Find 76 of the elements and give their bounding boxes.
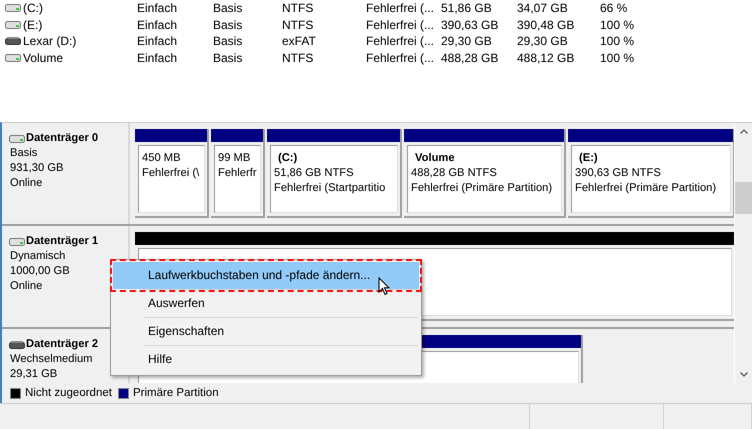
- disk-info: 29,31 GB: [10, 367, 58, 382]
- table-cell-text: Basis: [213, 1, 244, 16]
- table-cell-text: exFAT: [282, 34, 317, 48]
- table-cell-text: Einfach: [137, 34, 178, 48]
- table-cell-text: 34,07 GB: [517, 1, 569, 16]
- partition-status: Fehlerfrei (Primäre Partition): [575, 181, 718, 196]
- menu-item[interactable]: Hilfe: [113, 346, 419, 373]
- drive-icon: [5, 20, 21, 30]
- table-cell-text: 488,12 GB: [517, 50, 576, 65]
- partition-size: 450 MB: [142, 151, 182, 166]
- drive-icon: [9, 134, 25, 144]
- legend-label: Primäre Partition: [132, 387, 219, 399]
- scrollbar-thumb[interactable]: [735, 182, 752, 214]
- table-cell-text: Basis: [213, 50, 244, 65]
- drive-icon: [5, 36, 21, 46]
- table-cell-text: 390,63 GB: [441, 18, 500, 32]
- partition-size: 488,28 GB NTFS: [411, 166, 498, 181]
- menu-item[interactable]: Laufwerkbuchstaben und -pfade ändern...: [113, 262, 419, 289]
- disk-name: Datenträger 0: [26, 131, 98, 146]
- volume-name: Lexar (D:): [23, 34, 76, 48]
- table-cell-text: Fehlerfrei (...: [366, 50, 436, 65]
- table-cell-text: 100 %: [600, 18, 636, 32]
- table-cell-text: Basis: [213, 34, 244, 48]
- partition-title: Volume: [414, 151, 456, 166]
- scroll-up-icon[interactable]: [740, 129, 748, 134]
- table-cell-text: Einfach: [137, 18, 178, 32]
- table-cell-text: 390,48 GB: [517, 18, 576, 32]
- scroll-down-icon[interactable]: [740, 372, 748, 377]
- table-cell-text: Fehlerfrei (...: [366, 18, 436, 32]
- partition-header: [135, 129, 207, 142]
- table-cell-text: NTFS: [282, 1, 314, 16]
- table-cell-text: 488,28 GB: [441, 50, 500, 65]
- legend-label: Nicht zugeordnet: [25, 387, 112, 399]
- disk-info: Online: [10, 176, 44, 191]
- partition-status: Fehlerfrei (Primäre Partition): [411, 181, 554, 196]
- table-cell-text: NTFS: [282, 50, 314, 65]
- scrollbar[interactable]: [734, 123, 752, 383]
- partition-status: Fehlerfrei (\: [142, 166, 200, 181]
- disk-info: Wechselmedium: [10, 352, 94, 367]
- menu-item[interactable]: Eigenschaften: [113, 318, 419, 345]
- table-cell-text: Fehlerfrei (...: [366, 1, 436, 16]
- table-cell-text: 51,86 GB: [441, 1, 493, 16]
- partition-size: 99 MB: [218, 151, 252, 166]
- partition-header: [211, 129, 263, 142]
- table-cell-text: 29,30 GB: [517, 34, 569, 48]
- partition-size: 51,86 GB NTFS: [274, 166, 355, 181]
- partition-status: Fehlerfr: [218, 166, 258, 181]
- table-cell-text: Fehlerfrei (...: [366, 34, 436, 48]
- partition-size: 390,63 GB NTFS: [575, 166, 662, 181]
- table-cell-text: Einfach: [137, 50, 178, 65]
- table-cell-text: Einfach: [137, 1, 178, 16]
- table-cell-text: 66 %: [600, 1, 628, 16]
- table-cell-text: 100 %: [600, 50, 636, 65]
- disk-info: 1000,00 GB: [10, 264, 71, 279]
- table-cell-text: 29,30 GB: [441, 34, 493, 48]
- disk-info: Basis: [10, 146, 38, 161]
- volume-name: (C:): [23, 1, 43, 16]
- partition-title: (C:): [277, 151, 298, 166]
- partition-title: (E:): [578, 151, 599, 166]
- disk-info: Online: [10, 279, 44, 294]
- drive-icon: [5, 52, 21, 63]
- table-cell-text: 100 %: [600, 34, 636, 48]
- menu-item[interactable]: Auswerfen: [113, 290, 419, 317]
- drive-icon: [9, 236, 25, 246]
- drive-icon: [5, 3, 21, 14]
- drive-icon: [9, 340, 25, 350]
- partition-status: Fehlerfrei (Startpartitio: [274, 181, 386, 196]
- disk-info: 931,30 GB: [10, 161, 64, 176]
- table-cell-text: NTFS: [282, 18, 314, 32]
- volume-name: (E:): [23, 18, 42, 32]
- disk-name: Datenträger 1: [26, 234, 98, 249]
- disk-name: Datenträger 2: [26, 337, 98, 352]
- mouse-cursor-icon: [378, 277, 390, 296]
- table-cell-text: Basis: [213, 18, 244, 32]
- disk-info: Dynamisch: [10, 249, 66, 264]
- volume-name: Volume: [23, 50, 64, 65]
